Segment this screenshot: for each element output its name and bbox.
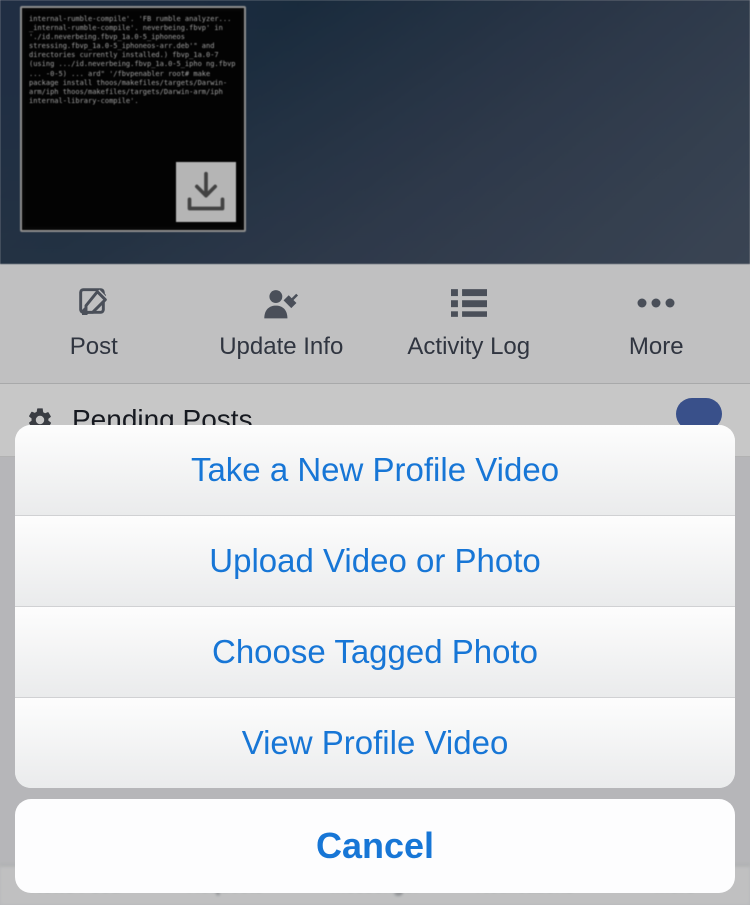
action-sheet-options: Take a New Profile Video Upload Video or… xyxy=(15,425,735,788)
take-new-profile-video-option[interactable]: Take a New Profile Video xyxy=(15,425,735,516)
view-profile-video-option[interactable]: View Profile Video xyxy=(15,698,735,788)
choose-tagged-photo-option[interactable]: Choose Tagged Photo xyxy=(15,607,735,698)
cancel-button[interactable]: Cancel xyxy=(15,799,735,893)
action-sheet: Take a New Profile Video Upload Video or… xyxy=(15,425,735,893)
upload-video-or-photo-option[interactable]: Upload Video or Photo xyxy=(15,516,735,607)
